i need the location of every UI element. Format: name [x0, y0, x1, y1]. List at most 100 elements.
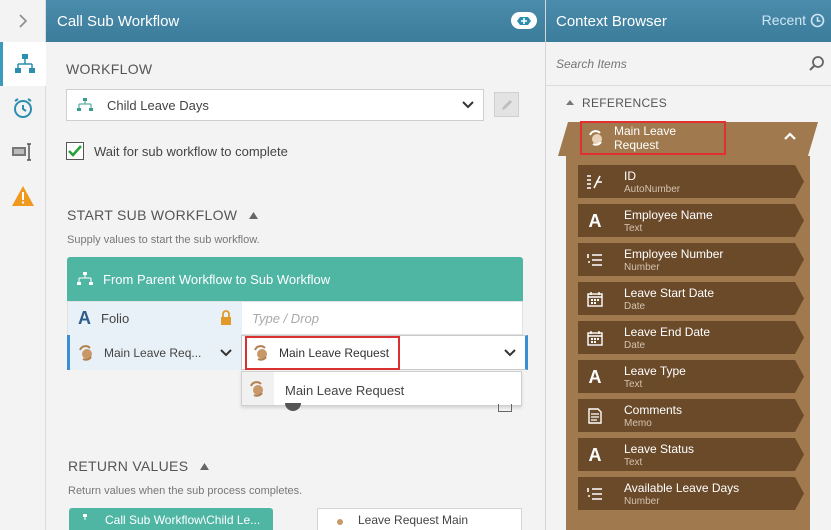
- workflow-tab-icon[interactable]: [0, 42, 46, 86]
- date-icon: [584, 327, 606, 349]
- wait-checkbox[interactable]: [66, 142, 84, 160]
- start-section-title: START SUB WORKFLOW: [67, 207, 238, 223]
- return-section-header[interactable]: RETURN VALUES: [68, 458, 210, 474]
- text-type-icon: A: [78, 308, 91, 328]
- field-item-leave-start-date[interactable]: Leave Start Date Date: [578, 282, 804, 315]
- search-icon[interactable]: [808, 55, 825, 72]
- expand-chevron-icon[interactable]: [0, 0, 45, 42]
- field-name: ID: [624, 169, 636, 183]
- workflow-icon: [77, 272, 93, 285]
- field-name: Employee Number: [624, 247, 724, 261]
- reference-dropdown-list: Main Leave Request: [241, 371, 522, 406]
- workflow-section-title: WORKFLOW: [66, 61, 153, 77]
- recent-label: Recent: [761, 12, 806, 28]
- field-item-leave-status[interactable]: A Leave Status Text: [578, 438, 804, 471]
- number-icon: [584, 483, 606, 505]
- field-type: Memo: [624, 418, 652, 429]
- date-icon: [584, 288, 606, 310]
- reference-banner-name: Main Leave Request: [613, 124, 677, 152]
- field-item-employee-number[interactable]: Employee Number Number: [578, 243, 804, 276]
- mapping-panel-header: From Parent Workflow to Sub Workflow: [67, 257, 523, 301]
- return-source-card[interactable]: Call Sub Workflow\Child Le...: [69, 508, 273, 530]
- collapse-triangle-icon: [566, 100, 574, 105]
- field-type: Date: [624, 301, 646, 312]
- number-icon: [584, 249, 606, 271]
- clock-icon: [810, 13, 825, 27]
- panel-header: Call Sub Workflow: [46, 0, 545, 42]
- delete-icon[interactable]: [498, 404, 512, 412]
- search-input[interactable]: [556, 56, 776, 71]
- chevron-down-icon: [462, 101, 474, 109]
- reference-icon: [337, 519, 343, 525]
- field-name: Leave Type: [624, 364, 686, 378]
- edit-workflow-button[interactable]: [494, 92, 519, 117]
- reference-dropdown-option[interactable]: Main Leave Request: [285, 383, 404, 398]
- reference-param-label: Main Leave Req...: [104, 345, 202, 360]
- workflow-select-value: Child Leave Days: [107, 97, 209, 113]
- field-item-leave-type[interactable]: A Leave Type Text: [578, 360, 804, 393]
- text-icon: A: [588, 366, 602, 387]
- field-item-comments[interactable]: Comments Memo: [578, 399, 804, 432]
- return-section-hint: Return values when the sub process compl…: [68, 485, 303, 497]
- autonumber-icon: [584, 171, 606, 193]
- timer-icon[interactable]: [0, 86, 46, 130]
- chevron-up-icon[interactable]: [783, 131, 797, 141]
- checkmark-icon: [68, 145, 82, 157]
- pencil-icon: [501, 99, 512, 110]
- collapse-triangle-icon: [249, 211, 259, 219]
- left-rail: [0, 0, 46, 530]
- field-type: AutoNumber: [624, 184, 681, 195]
- folio-label: Folio: [101, 311, 130, 326]
- mapping-panel-title: From Parent Workflow to Sub Workflow: [103, 271, 331, 287]
- reference-icon: [589, 130, 602, 146]
- field-item-employee-name[interactable]: A Employee Name Text: [578, 204, 804, 237]
- start-section-hint: Supply values to start the sub workflow.: [67, 234, 260, 246]
- workflow-select[interactable]: Child Leave Days: [66, 89, 484, 121]
- field-name: Available Leave Days: [624, 481, 740, 495]
- field-item-leave-end-date[interactable]: Leave End Date Date: [578, 321, 804, 354]
- reference-value-select[interactable]: Main Leave Request: [241, 335, 528, 370]
- reference-param-cell[interactable]: Main Leave Req...: [67, 335, 241, 370]
- field-item-id[interactable]: ID AutoNumber: [578, 165, 804, 198]
- reference-value-text: Main Leave Request: [279, 346, 390, 360]
- text-icon: A: [588, 444, 602, 465]
- field-name: Comments: [624, 403, 683, 417]
- return-section-title: RETURN VALUES: [68, 458, 189, 474]
- reference-banner-title[interactable]: Main Leave Request: [580, 121, 726, 155]
- folio-value-input[interactable]: Type / Drop: [252, 311, 319, 326]
- text-icon: A: [588, 210, 602, 231]
- workflow-icon: [77, 98, 93, 111]
- recent-button[interactable]: Recent: [762, 12, 825, 28]
- references-group-header[interactable]: REFERENCES: [566, 96, 667, 110]
- collapse-triangle-icon: [200, 462, 210, 470]
- reference-icon: [254, 345, 267, 361]
- warning-icon[interactable]: [0, 174, 46, 218]
- folio-param-cell: A Folio: [68, 302, 242, 335]
- info-icon[interactable]: [285, 403, 301, 411]
- chevron-down-icon: [504, 349, 516, 357]
- memo-icon: [584, 405, 606, 427]
- context-browser-title: Context Browser: [556, 12, 667, 30]
- reference-value-highlight: Main Leave Request: [245, 336, 400, 370]
- context-browser-header: Context Browser Recent: [546, 0, 831, 42]
- field-type: Number: [624, 262, 660, 273]
- return-target-card[interactable]: Leave Request Main: [317, 508, 522, 530]
- start-section-header[interactable]: START SUB WORKFLOW: [67, 207, 259, 223]
- context-browser-panel: Context Browser Recent REFERENCES Main L…: [545, 0, 831, 530]
- form-field-icon[interactable]: [0, 130, 46, 174]
- panel-title: Call Sub Workflow: [57, 12, 180, 30]
- field-type: Text: [624, 379, 643, 390]
- wait-checkbox-label: Wait for sub workflow to complete: [94, 144, 288, 159]
- add-context-button[interactable]: [511, 12, 537, 29]
- field-type: Number: [624, 496, 660, 507]
- return-target-label: Leave Request Main: [358, 513, 469, 527]
- search-bar: [546, 42, 831, 86]
- field-type: Text: [624, 457, 643, 468]
- reference-option-icon: [242, 372, 274, 405]
- field-name: Leave End Date: [624, 325, 711, 339]
- workflow-icon: [83, 514, 87, 520]
- field-name: Leave Start Date: [624, 286, 715, 300]
- field-item-available-leave-days[interactable]: Available Leave Days Number: [578, 477, 804, 510]
- return-source-label: Call Sub Workflow\Child Le...: [105, 513, 261, 527]
- reference-field-list: ID AutoNumber A Employee Name Text Emplo…: [566, 156, 810, 530]
